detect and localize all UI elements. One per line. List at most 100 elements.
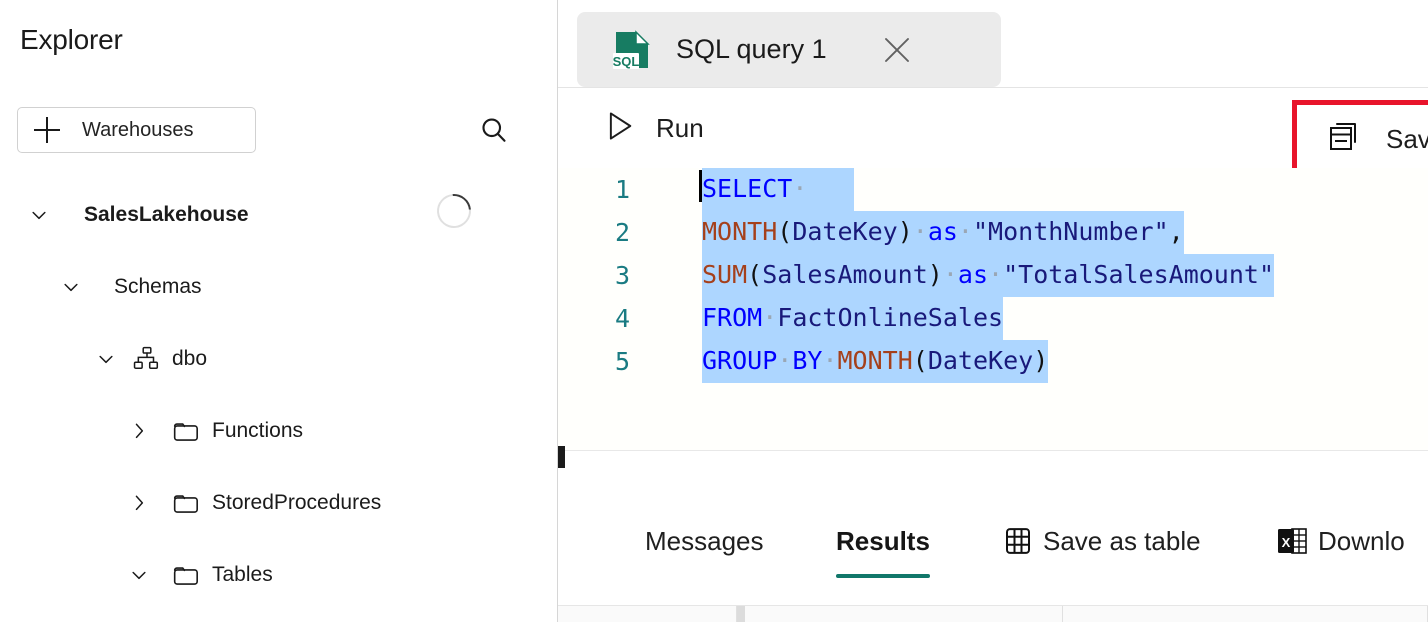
page-title: Explorer bbox=[20, 24, 123, 55]
code-token: FactOnlineSales bbox=[777, 303, 1004, 332]
code-token: "TotalSalesAmount" bbox=[1003, 260, 1275, 289]
code-token: ) bbox=[897, 217, 913, 246]
text-caret bbox=[699, 170, 702, 202]
sidebar-item-schemas[interactable]: Schemas bbox=[60, 264, 202, 310]
sql-icon-text: SQL bbox=[613, 54, 639, 69]
code-token: SELECT bbox=[702, 174, 793, 203]
code-token: SalesAmount bbox=[762, 260, 928, 289]
chevron-down-icon[interactable] bbox=[28, 204, 50, 226]
code-token: · bbox=[792, 174, 808, 203]
code-token: as bbox=[957, 260, 989, 289]
tab-label: Downlo bbox=[1318, 525, 1405, 556]
run-label: Run bbox=[656, 112, 704, 143]
add-warehouses-button[interactable]: Warehouses bbox=[17, 107, 256, 153]
code-token: · bbox=[777, 346, 793, 375]
add-warehouses-label: Warehouses bbox=[82, 118, 194, 141]
line-number: 4 bbox=[614, 304, 630, 333]
explorer-sidebar: Explorer Warehouses SalesLakehouse Schem… bbox=[0, 0, 558, 622]
sidebar-item-label: Schemas bbox=[114, 275, 202, 298]
code-token: "MonthNumber" bbox=[972, 217, 1169, 246]
code-token: ( bbox=[777, 217, 793, 246]
sidebar-item-storedprocedures[interactable]: StoredProcedures bbox=[128, 480, 381, 526]
close-icon[interactable] bbox=[880, 33, 914, 67]
code-token: · bbox=[988, 260, 1004, 289]
search-icon[interactable] bbox=[472, 108, 516, 152]
tab-sql-query-1[interactable]: SQL SQL query 1 bbox=[577, 12, 1001, 87]
sidebar-item-label: Functions bbox=[212, 419, 304, 442]
tab-save-as-table[interactable]: Save as table bbox=[1003, 500, 1201, 582]
code-token: ) bbox=[1033, 346, 1049, 375]
schema-icon bbox=[132, 346, 162, 372]
code-line[interactable]: 4 FROM·FactOnlineSales bbox=[558, 297, 1428, 340]
play-icon bbox=[606, 110, 634, 147]
folder-icon bbox=[172, 418, 202, 444]
code-token: MONTH bbox=[702, 217, 778, 246]
sidebar-item-label: StoredProcedures bbox=[212, 491, 382, 514]
chevron-down-icon[interactable] bbox=[95, 348, 117, 370]
code-token: BY bbox=[792, 346, 823, 375]
save-as-view-button[interactable]: Save as view bbox=[1326, 114, 1428, 166]
sidebar-item-saleslakehouse[interactable]: SalesLakehouse bbox=[28, 192, 249, 238]
code-text[interactable]: SUM(SalesAmount)·as·"TotalSalesAmount" bbox=[702, 254, 1275, 297]
results-tab-bar: Messages Results Save as table X Downlo bbox=[558, 462, 1428, 582]
code-token: · bbox=[912, 217, 928, 246]
sql-code-editor[interactable]: 1 SELECT· 2 MONTH(DateKey)·as·"MonthNumber"… bbox=[558, 168, 1428, 450]
code-text[interactable]: GROUP·BY·MONTH(DateKey) bbox=[702, 340, 1049, 383]
code-token: · bbox=[942, 260, 958, 289]
results-grid-header bbox=[558, 605, 1428, 622]
code-token: GROUP bbox=[702, 346, 778, 375]
query-editor-app: Explorer Warehouses SalesLakehouse Schem… bbox=[0, 0, 1428, 622]
table-grid-icon bbox=[1003, 526, 1033, 556]
code-token: ) bbox=[927, 260, 943, 289]
tab-results[interactable]: Results bbox=[836, 500, 930, 582]
excel-icon: X bbox=[1276, 525, 1308, 557]
code-line[interactable]: 2 MONTH(DateKey)·as·"MonthNumber", bbox=[558, 211, 1428, 254]
sql-file-icon: SQL bbox=[613, 29, 651, 71]
line-number: 3 bbox=[614, 261, 630, 290]
tab-messages[interactable]: Messages bbox=[645, 500, 764, 582]
code-token: ( bbox=[912, 346, 928, 375]
main-panel: SQL SQL query 1 Run Sav 1 SELECT· 2 MONT… bbox=[558, 0, 1428, 622]
code-line[interactable]: 1 SELECT· bbox=[558, 168, 1428, 211]
grid-header-cell bbox=[558, 606, 737, 622]
code-line[interactable]: 3 SUM(SalesAmount)·as·"TotalSalesAmount" bbox=[558, 254, 1428, 297]
code-text[interactable]: SELECT· bbox=[699, 168, 854, 211]
plus-icon bbox=[34, 117, 60, 143]
folder-icon bbox=[172, 490, 202, 516]
code-text[interactable]: MONTH(DateKey)·as·"MonthNumber", bbox=[702, 211, 1184, 254]
sidebar-item-label: dbo bbox=[172, 347, 208, 370]
code-token: , bbox=[1168, 217, 1184, 246]
svg-text:X: X bbox=[1282, 535, 1291, 550]
code-text[interactable]: FROM·FactOnlineSales bbox=[702, 297, 1004, 340]
editor-tab-bar: SQL SQL query 1 bbox=[558, 0, 1428, 88]
panel-splitter[interactable] bbox=[558, 446, 1428, 468]
code-token: · bbox=[957, 217, 973, 246]
sidebar-item-tables[interactable]: Tables bbox=[128, 552, 273, 598]
tab-label: Results bbox=[836, 525, 930, 556]
tab-downlo[interactable]: X Downlo bbox=[1276, 500, 1405, 582]
code-line[interactable]: 5 GROUP·BY·MONTH(DateKey) bbox=[558, 340, 1428, 383]
code-token: MONTH bbox=[837, 346, 913, 375]
code-token: · bbox=[762, 303, 778, 332]
save-as-view-label: Save as view bbox=[1386, 124, 1428, 154]
line-number: 1 bbox=[614, 175, 630, 204]
sidebar-item-dbo[interactable]: dbo bbox=[95, 336, 207, 382]
code-token: · bbox=[822, 346, 838, 375]
chevron-down-icon[interactable] bbox=[128, 564, 150, 586]
grid-header-cell bbox=[1063, 606, 1428, 622]
folder-icon bbox=[172, 562, 202, 588]
run-button[interactable]: Run bbox=[606, 102, 704, 154]
code-token: DateKey bbox=[792, 217, 898, 246]
tab-label: Messages bbox=[645, 525, 764, 556]
sidebar-item-functions[interactable]: Functions bbox=[128, 408, 303, 454]
chevron-down-icon[interactable] bbox=[60, 276, 82, 298]
line-number: 5 bbox=[614, 347, 630, 376]
code-token: SUM bbox=[702, 260, 748, 289]
save-as-view-icon bbox=[1326, 120, 1360, 159]
chevron-right-icon[interactable] bbox=[128, 492, 150, 514]
code-token: FROM bbox=[702, 303, 763, 332]
grid-column-resizer[interactable] bbox=[736, 606, 745, 622]
active-tab-underline bbox=[836, 574, 930, 578]
code-token: as bbox=[927, 217, 958, 246]
chevron-right-icon[interactable] bbox=[128, 420, 150, 442]
